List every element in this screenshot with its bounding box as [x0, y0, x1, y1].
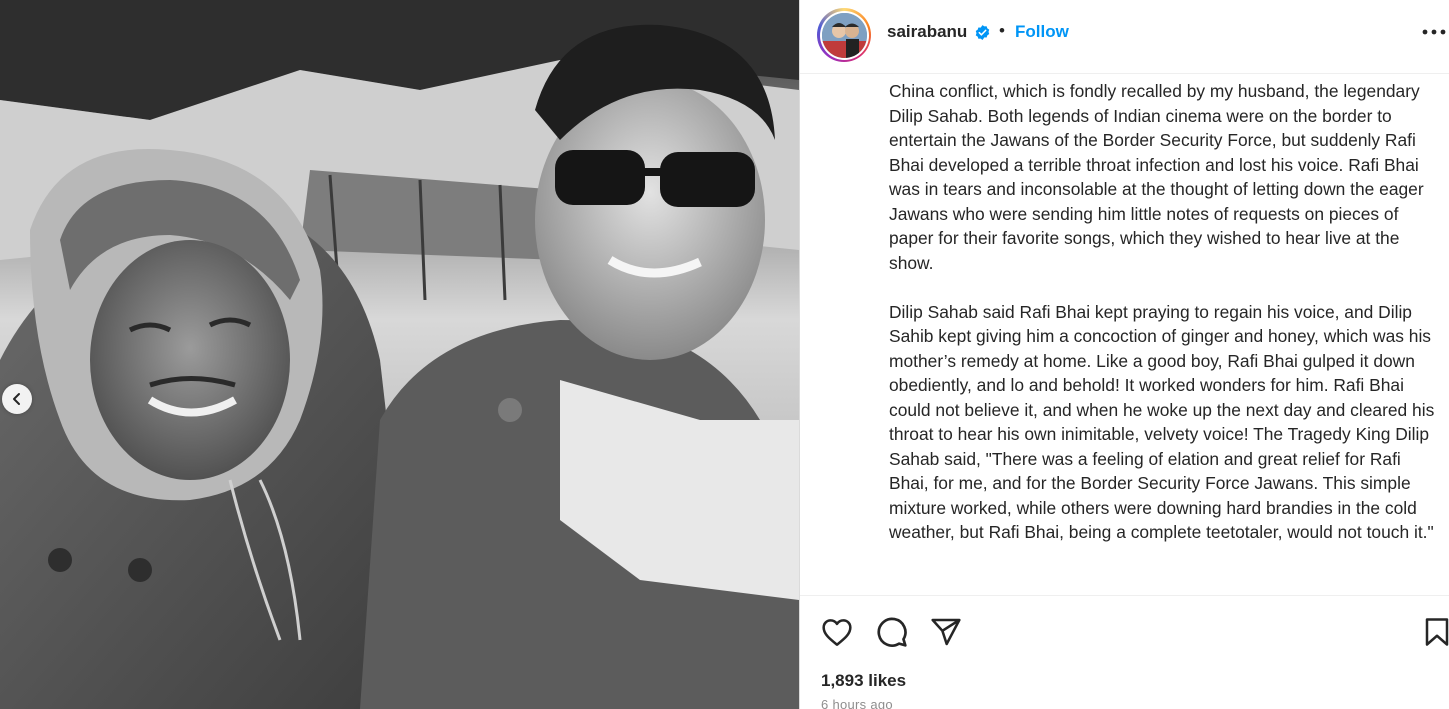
- post-actions: 1,893 likes 6 hours ago: [800, 595, 1449, 709]
- share-icon: [931, 618, 961, 646]
- more-options-button[interactable]: [1420, 22, 1448, 42]
- bookmark-icon: [1425, 618, 1449, 646]
- heart-icon: [822, 619, 852, 646]
- separator-dot: •: [999, 21, 1005, 40]
- caption-paragraph: China conflict, which is fondly recalled…: [889, 81, 1424, 273]
- post-header: sairabanu • Follow: [800, 0, 1449, 74]
- chevron-left-icon: [13, 393, 20, 405]
- more-options-icon: [1422, 29, 1446, 35]
- like-button[interactable]: [820, 615, 854, 649]
- comment-button[interactable]: [875, 615, 909, 649]
- avatar[interactable]: [821, 12, 867, 58]
- comment-icon: [877, 617, 907, 647]
- username-link[interactable]: sairabanu: [887, 22, 967, 42]
- likes-count[interactable]: 1,893 likes: [821, 671, 906, 691]
- post-details-panel: China conflict, which is fondly recalled…: [799, 0, 1449, 709]
- caption-paragraph: Dilip Sahab said Rafi Bhai kept praying …: [889, 301, 1435, 543]
- save-button[interactable]: [1422, 615, 1449, 649]
- avatar-story-ring[interactable]: [817, 8, 871, 62]
- verified-badge-icon: [974, 24, 991, 46]
- carousel-prev-button[interactable]: [2, 384, 32, 414]
- follow-button[interactable]: Follow: [1015, 22, 1069, 42]
- caption-scroll-area[interactable]: China conflict, which is fondly recalled…: [889, 58, 1441, 594]
- post-timestamp[interactable]: 6 hours ago: [821, 697, 893, 709]
- black-and-white-photo: [0, 0, 799, 709]
- share-button[interactable]: [929, 615, 963, 649]
- post-photo: [0, 0, 799, 709]
